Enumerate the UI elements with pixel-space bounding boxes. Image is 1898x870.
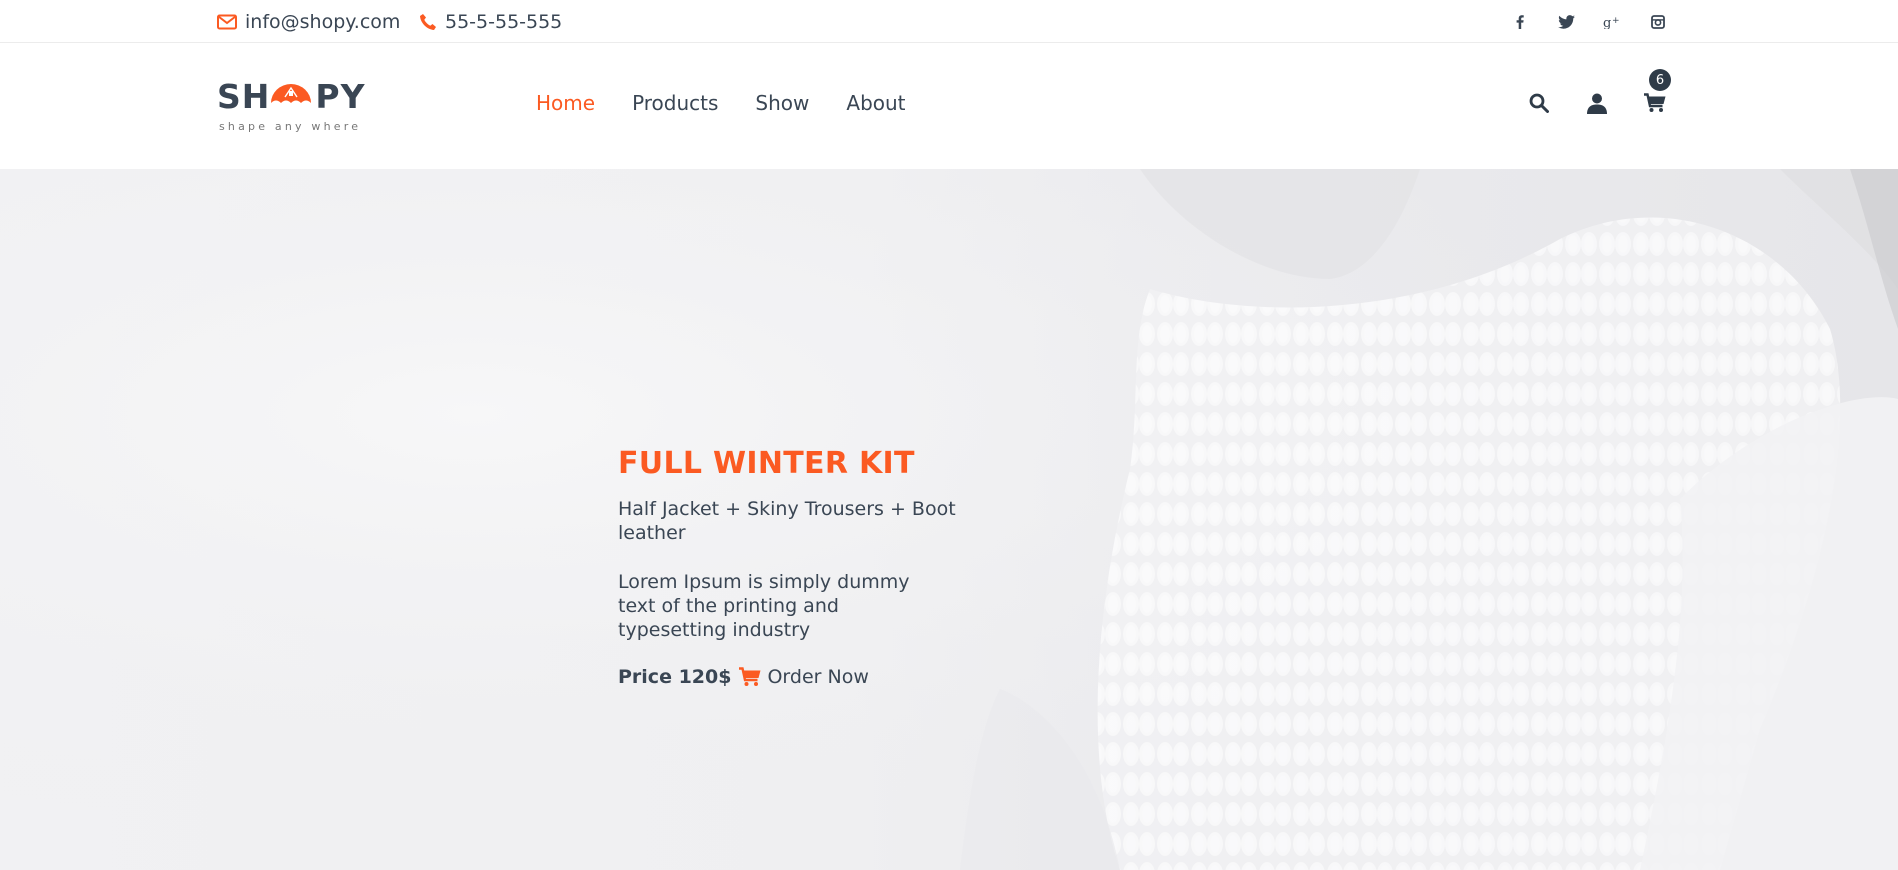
cart-button[interactable]: 6 <box>1644 69 1671 114</box>
google-plus-icon[interactable]: g + <box>1602 12 1622 32</box>
hero-subtitle: Half Jacket + Skiny Trousers + Boot leat… <box>618 498 956 544</box>
logo-text-right: PY <box>315 77 366 116</box>
nav-item-products[interactable]: Products <box>632 91 718 115</box>
header-actions: 6 <box>1528 44 1671 162</box>
instagram-icon[interactable] <box>1648 12 1668 32</box>
logo-text-left: SH <box>217 77 271 116</box>
nav-item-home[interactable]: Home <box>536 91 595 115</box>
twitter-icon[interactable] <box>1556 12 1576 32</box>
search-icon <box>1529 93 1549 113</box>
phone-icon <box>420 13 436 30</box>
main-navbar: SH PY shape any where Home Products Show … <box>0 44 1898 169</box>
svg-text:+: + <box>1612 16 1620 26</box>
nav-item-about[interactable]: About <box>846 91 905 115</box>
hero-description: Lorem Ipsum is simply dummy text of the … <box>618 571 910 641</box>
email-text[interactable]: info@shopy.com <box>245 11 400 33</box>
main-menu: Home Products Show About <box>536 44 943 162</box>
hero-purchase-row: Price 120$ Order Now <box>618 666 958 688</box>
email-contact[interactable]: info@shopy.com <box>217 0 400 43</box>
search-button[interactable] <box>1528 92 1550 114</box>
price-label: Price 120$ <box>618 666 732 688</box>
hero-banner: FULL WINTER KIT Half Jacket + Skiny Trou… <box>0 169 1898 870</box>
umbrella-icon <box>271 84 311 103</box>
hero-content: FULL WINTER KIT Half Jacket + Skiny Trou… <box>618 446 958 688</box>
envelope-icon <box>217 14 237 29</box>
order-now-label[interactable]: Order Now <box>767 666 868 688</box>
social-links: g + <box>1510 0 1668 43</box>
hero-title: FULL WINTER KIT <box>618 446 915 481</box>
cart-icon <box>1644 93 1666 112</box>
order-now-button[interactable]: Order Now <box>739 666 869 688</box>
phone-text[interactable]: 55-5-55-555 <box>445 11 562 33</box>
account-button[interactable] <box>1586 92 1608 114</box>
logo-tagline: shape any where <box>219 120 362 133</box>
nav-item-show[interactable]: Show <box>755 91 809 115</box>
user-icon <box>1587 93 1607 114</box>
phone-contact[interactable]: 55-5-55-555 <box>419 0 562 43</box>
svg-text:g: g <box>1603 16 1611 29</box>
cart-count-badge: 6 <box>1649 69 1671 91</box>
facebook-icon[interactable] <box>1510 12 1530 32</box>
cart-icon <box>739 667 761 686</box>
top-bar: info@shopy.com 55-5-55-555 g + <box>0 0 1898 43</box>
logo[interactable]: SH PY shape any where <box>217 77 367 137</box>
